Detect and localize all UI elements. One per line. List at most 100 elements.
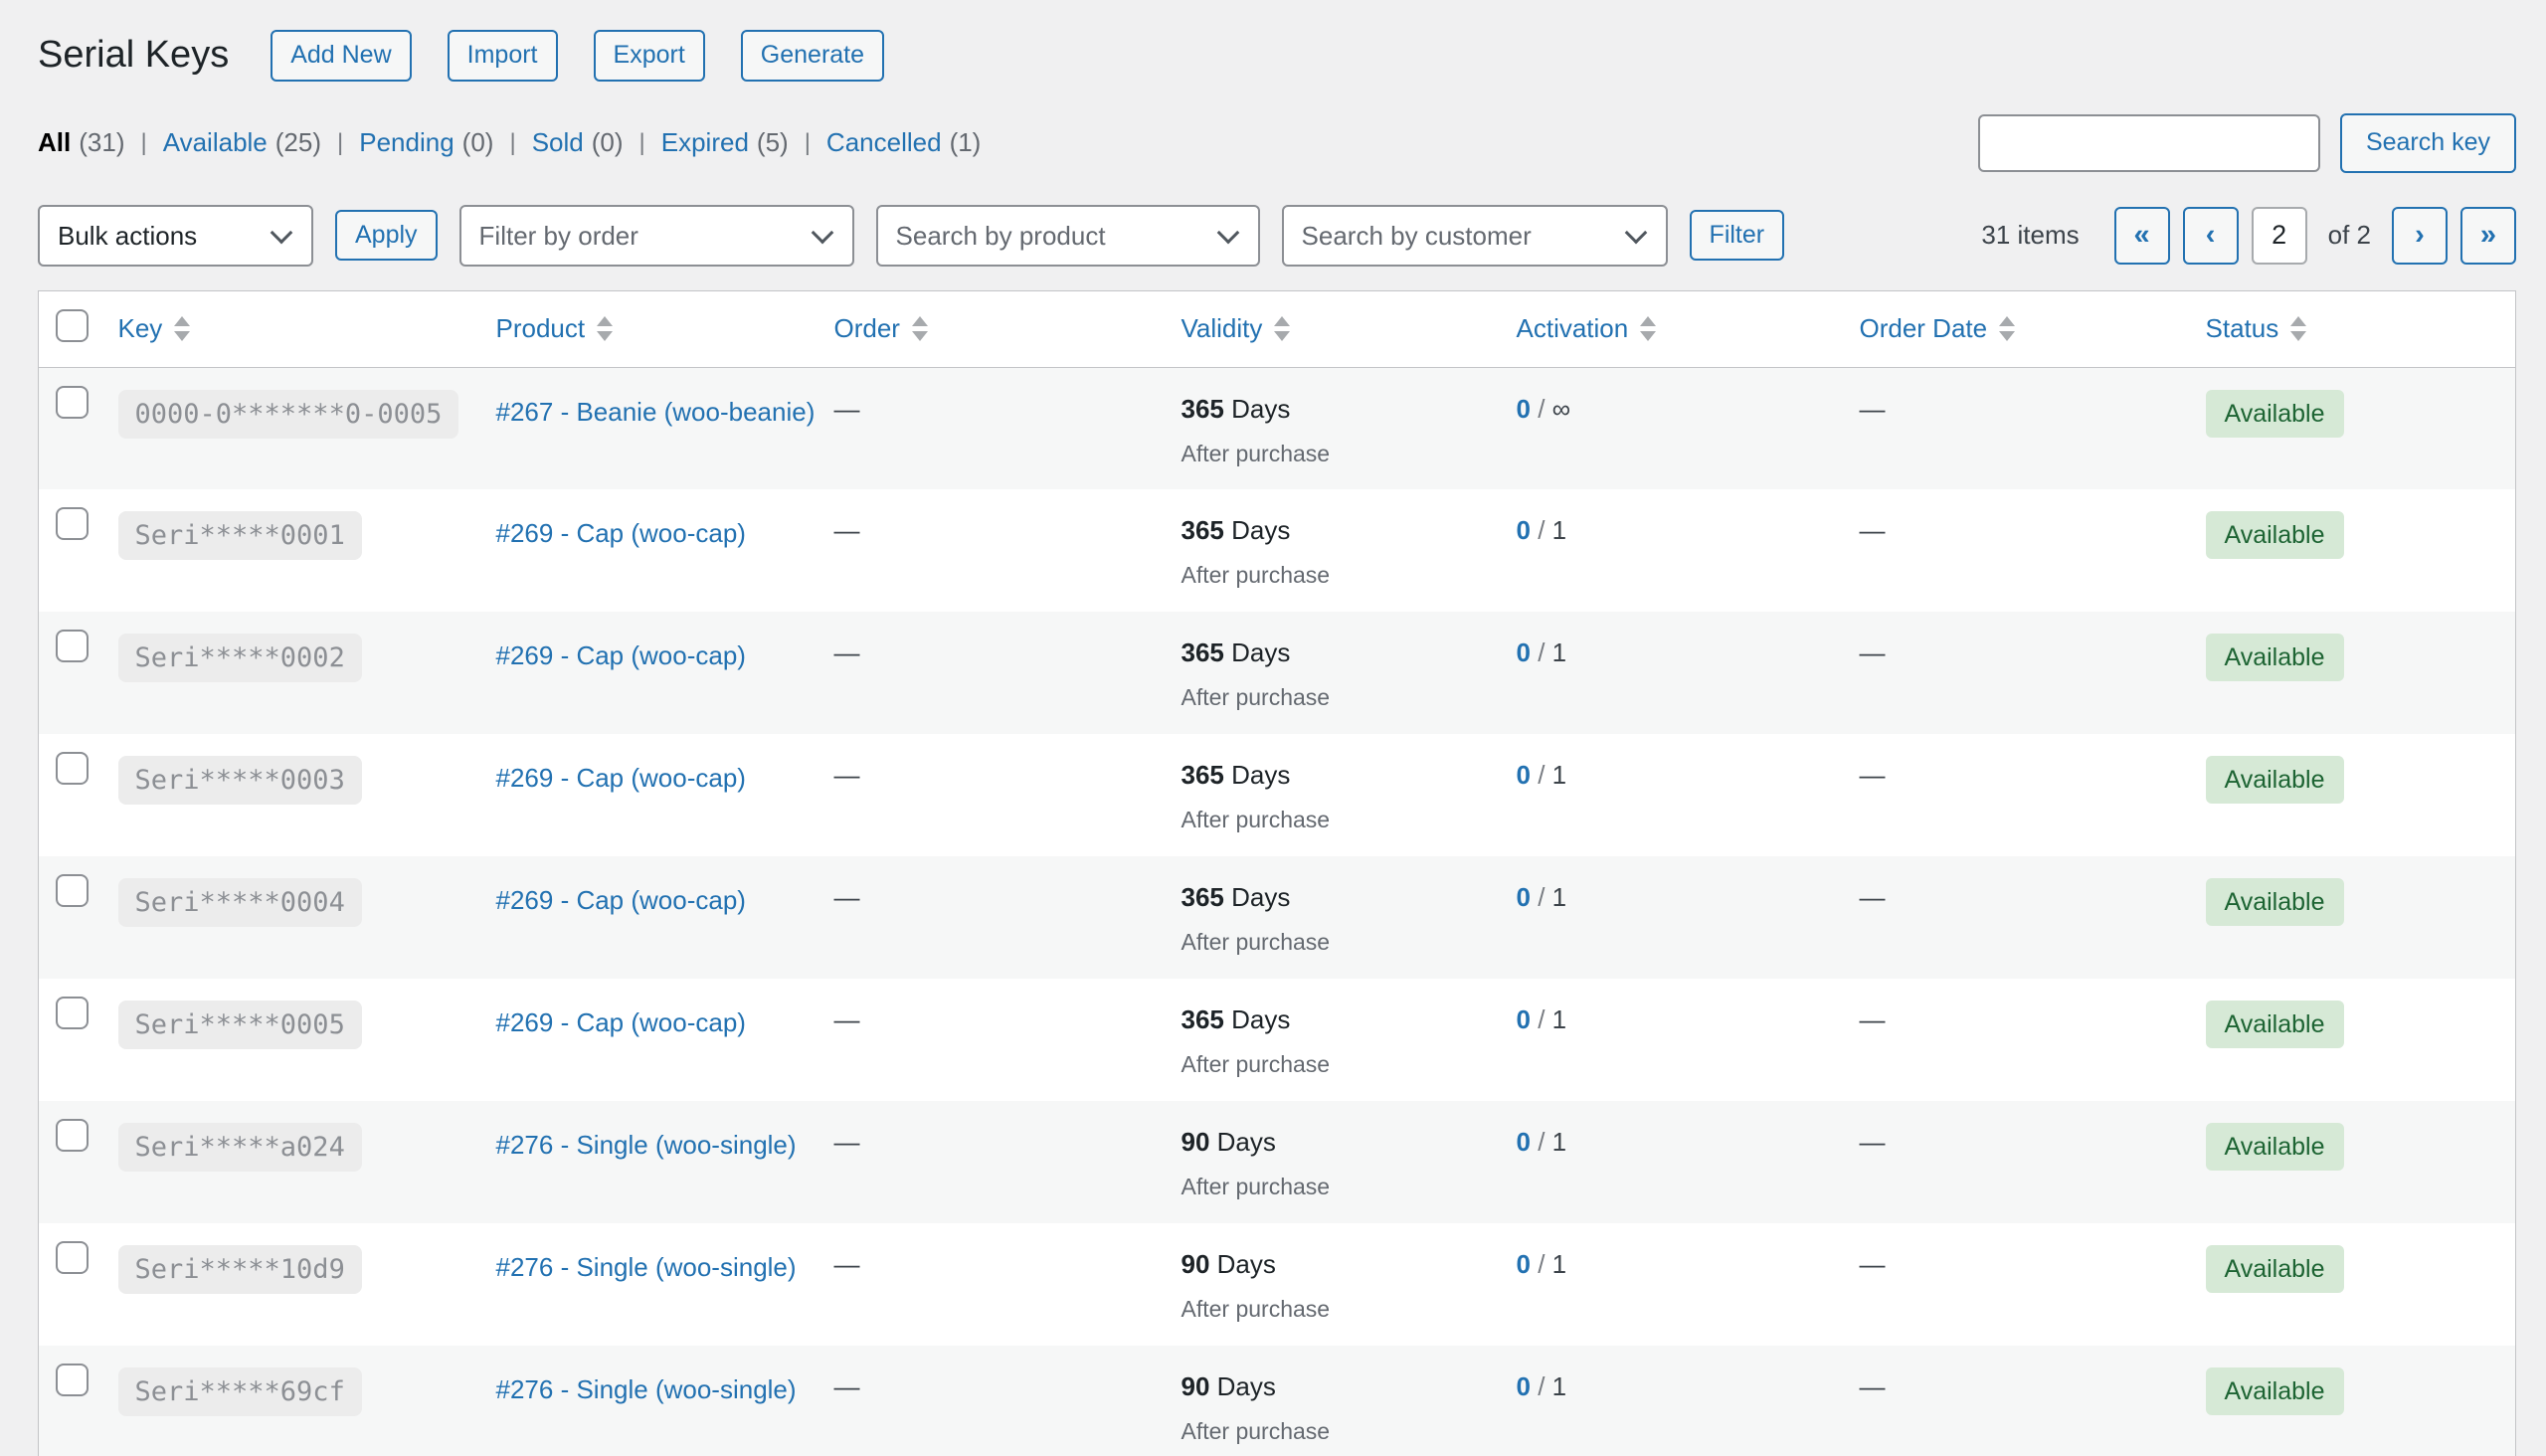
row-select-checkbox[interactable] <box>56 1364 89 1396</box>
row-select-checkbox[interactable] <box>56 507 89 540</box>
sort-arrows-icon <box>2290 316 2306 341</box>
apply-button[interactable]: Apply <box>335 210 438 262</box>
filter-sold[interactable]: Sold <box>532 127 584 158</box>
activation-separator: / <box>1531 394 1552 424</box>
serial-key-value: Seri*****0003 <box>118 756 362 805</box>
status-filter-item: Sold(0) <box>493 127 623 158</box>
filter-cancelled[interactable]: Cancelled <box>826 127 942 158</box>
product-link[interactable]: #269 - Cap (woo-cap) <box>496 511 746 553</box>
search-by-customer-select-wrap: Search by customer <box>1282 205 1668 267</box>
order-value: — <box>834 634 860 668</box>
search-input[interactable] <box>1978 114 2320 172</box>
filter-by-order-select[interactable]: Filter by order <box>459 205 854 267</box>
validity-unit: Days <box>1217 1249 1276 1279</box>
order-value: — <box>834 756 860 791</box>
activation-count-link[interactable]: 0 <box>1517 1249 1531 1279</box>
column-header-activation[interactable]: Activation <box>1517 313 1657 344</box>
validity-type: After purchase <box>1182 807 1501 833</box>
serial-key-value: Seri*****0002 <box>118 634 362 682</box>
table-row: Seri*****0003 #269 - Cap (woo-cap) — 365… <box>39 734 2516 856</box>
product-link[interactable]: #276 - Single (woo-single) <box>496 1367 797 1409</box>
row-select-checkbox[interactable] <box>56 386 89 419</box>
search-by-product-select[interactable]: Search by product <box>876 205 1260 267</box>
product-link[interactable]: #276 - Single (woo-single) <box>496 1245 797 1287</box>
validity-type: After purchase <box>1182 1418 1501 1445</box>
validity-days: 90 <box>1182 1249 1210 1279</box>
product-link[interactable]: #269 - Cap (woo-cap) <box>496 634 746 675</box>
activation-count-link[interactable]: 0 <box>1517 515 1531 545</box>
sort-arrows-icon <box>597 316 613 341</box>
table-row: Seri*****0002 #269 - Cap (woo-cap) — 365… <box>39 612 2516 734</box>
validity-days: 365 <box>1182 394 1224 424</box>
filter-all[interactable]: All <box>38 127 71 158</box>
import-button[interactable]: Import <box>448 30 558 82</box>
filter-available[interactable]: Available <box>163 127 268 158</box>
page-header: Serial Keys Add New Import Export Generate <box>38 22 2516 82</box>
validity-days: 90 <box>1182 1371 1210 1401</box>
select-all-checkbox[interactable] <box>56 309 89 342</box>
filter-button[interactable]: Filter <box>1690 210 1785 262</box>
row-select-checkbox[interactable] <box>56 874 89 907</box>
order-date-value: — <box>1860 511 1886 546</box>
header-actions: Add New Import Export Generate <box>271 30 884 82</box>
validity-unit: Days <box>1217 1127 1276 1157</box>
activation-count-link[interactable]: 0 <box>1517 1127 1531 1157</box>
status-filter-item: Expired(5) <box>624 127 789 158</box>
next-page-button[interactable]: › <box>2392 207 2448 265</box>
table-row: Seri*****10d9 #276 - Single (woo-single)… <box>39 1223 2516 1346</box>
search-by-customer-select[interactable]: Search by customer <box>1282 205 1668 267</box>
status-badge: Available <box>2206 634 2344 681</box>
status-filter-item: Pending(0) <box>321 127 493 158</box>
column-header-status[interactable]: Status <box>2206 313 2307 344</box>
row-select-checkbox[interactable] <box>56 752 89 785</box>
activation-count-link[interactable]: 0 <box>1517 760 1531 790</box>
filter-expired[interactable]: Expired <box>661 127 749 158</box>
filter-by-order-select-wrap: Filter by order <box>459 205 854 267</box>
serial-key-value: Seri*****0004 <box>118 878 362 927</box>
prev-page-button[interactable]: ‹ <box>2183 207 2239 265</box>
row-select-checkbox[interactable] <box>56 1241 89 1274</box>
serial-keys-page: Serial Keys Add NewImportExportGenerate … <box>0 0 2546 1456</box>
product-link[interactable]: #276 - Single (woo-single) <box>496 1123 797 1165</box>
last-page-button[interactable]: » <box>2460 207 2516 265</box>
product-link[interactable]: #269 - Cap (woo-cap) <box>496 756 746 798</box>
product-link[interactable]: #269 - Cap (woo-cap) <box>496 878 746 920</box>
validity-unit: Days <box>1231 882 1290 912</box>
row-select-checkbox[interactable] <box>56 630 89 662</box>
add-new-button[interactable]: Add New <box>271 30 411 82</box>
bulk-actions-select-wrap: Bulk actions <box>38 205 313 267</box>
filter-pending[interactable]: Pending <box>359 127 454 158</box>
generate-button[interactable]: Generate <box>741 30 884 82</box>
search-key-button[interactable]: Search key <box>2340 113 2516 173</box>
activation-count-link[interactable]: 0 <box>1517 394 1531 424</box>
order-value: — <box>834 1001 860 1035</box>
row-select-checkbox[interactable] <box>56 1119 89 1152</box>
serial-key-value: Seri*****69cf <box>118 1367 362 1416</box>
row-select-checkbox[interactable] <box>56 997 89 1029</box>
column-header-order[interactable]: Order <box>834 313 928 344</box>
bulk-actions-select[interactable]: Bulk actions <box>38 205 313 267</box>
product-link[interactable]: #267 - Beanie (woo-beanie) <box>496 390 816 432</box>
validity-unit: Days <box>1217 1371 1276 1401</box>
activation-count-link[interactable]: 0 <box>1517 882 1531 912</box>
export-button[interactable]: Export <box>594 30 705 82</box>
column-header-product[interactable]: Product <box>496 313 614 344</box>
column-header-key[interactable]: Key <box>118 313 191 344</box>
column-header-order-date[interactable]: Order Date <box>1860 313 2016 344</box>
serial-keys-table: Key Product Order Validity Activation Order D… <box>38 290 2516 1456</box>
order-value: — <box>834 1123 860 1158</box>
page-title: Serial Keys <box>38 33 229 79</box>
first-page-button[interactable]: « <box>2114 207 2170 265</box>
activation-count-link[interactable]: 0 <box>1517 1371 1531 1401</box>
serial-key-value: Seri*****10d9 <box>118 1245 362 1294</box>
serial-key-value: Seri*****0001 <box>118 511 362 560</box>
sort-arrows-icon <box>174 316 190 341</box>
validity-type: After purchase <box>1182 1296 1501 1323</box>
column-header-validity[interactable]: Validity <box>1182 313 1291 344</box>
product-link[interactable]: #269 - Cap (woo-cap) <box>496 1001 746 1042</box>
validity-type: After purchase <box>1182 1174 1501 1200</box>
order-value: — <box>834 511 860 546</box>
activation-count-link[interactable]: 0 <box>1517 1004 1531 1034</box>
activation-count-link[interactable]: 0 <box>1517 637 1531 667</box>
current-page-input[interactable] <box>2252 207 2307 265</box>
